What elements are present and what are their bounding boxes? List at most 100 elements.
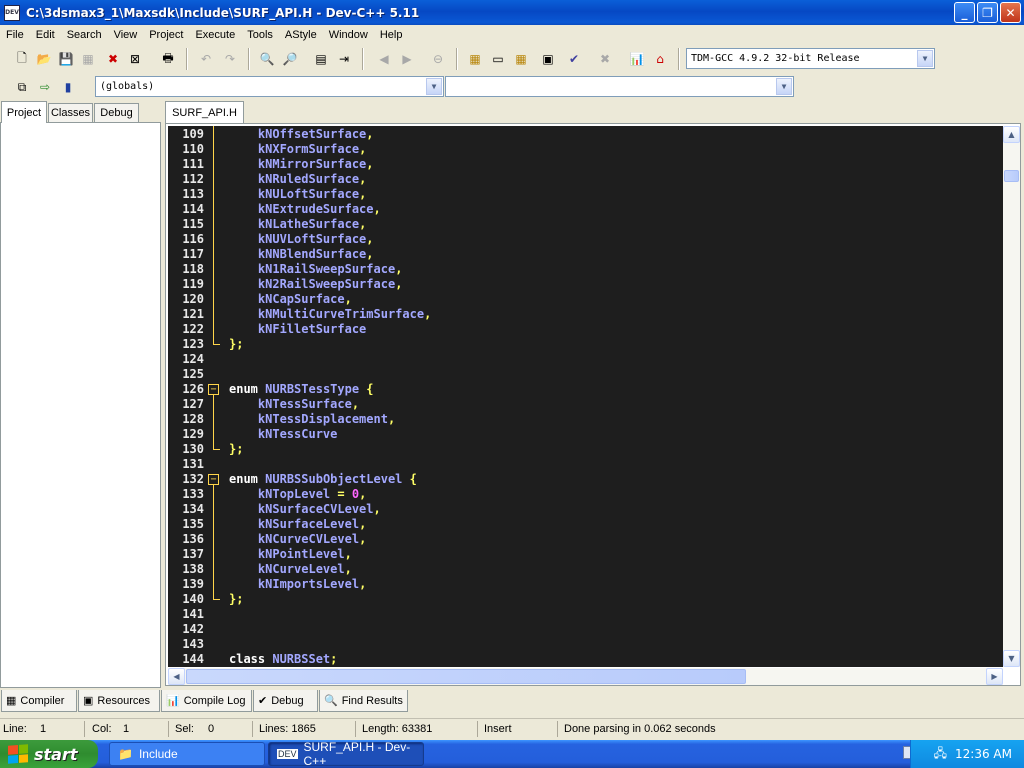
code-line[interactable]: 127 kNTessSurface, (168, 397, 1003, 412)
code-line[interactable]: 123}; (168, 337, 1003, 352)
code-line[interactable]: 115 kNLatheSurface, (168, 217, 1003, 232)
close-all-icon[interactable]: ⊠ (125, 49, 145, 69)
code-line[interactable]: 119 kN2RailSweepSurface, (168, 277, 1003, 292)
chevron-down-icon[interactable]: ▼ (917, 50, 933, 67)
taskbar-item-include[interactable]: 📁 Include (109, 742, 265, 766)
profile-chart-icon[interactable]: 📊 (627, 49, 647, 69)
code-line[interactable]: 118 kN1RailSweepSurface, (168, 262, 1003, 277)
toggle-comment-icon[interactable]: ⊖ (428, 49, 448, 69)
compiler-select[interactable]: TDM-GCC 4.9.2 32-bit Release ▼ (686, 48, 935, 69)
devcpp-app-icon[interactable]: DEV (4, 4, 20, 21)
code-line[interactable]: 128 kNTessDisplacement, (168, 412, 1003, 427)
compile-run-icon[interactable]: ▦ (511, 49, 531, 69)
code-line[interactable]: 111 kNMirrorSurface, (168, 157, 1003, 172)
code-line[interactable]: 142 (168, 622, 1003, 637)
menu-view[interactable]: View (108, 29, 144, 41)
horizontal-scroll-thumb[interactable] (186, 669, 746, 684)
menu-tools[interactable]: Tools (241, 29, 279, 41)
tab-classes[interactable]: Classes (48, 103, 93, 122)
code-editor[interactable]: 109 kNOffsetSurface, 110 kNXFormSurface, 1… (168, 126, 1003, 667)
code-line[interactable]: 113 kNULoftSurface, (168, 187, 1003, 202)
menu-edit[interactable]: Edit (30, 29, 61, 41)
menu-search[interactable]: Search (61, 29, 108, 41)
indent-left-icon[interactable]: ◀ (374, 49, 394, 69)
new-project-icon[interactable]: ⧉ (12, 77, 32, 97)
code-line[interactable]: 139 kNImportsLevel, (168, 577, 1003, 592)
menu-astyle[interactable]: AStyle (279, 29, 323, 41)
restore-button[interactable]: ❐ (977, 2, 998, 23)
replace-icon[interactable]: 🔎 (280, 49, 300, 69)
code-line[interactable]: 140}; (168, 592, 1003, 607)
code-line[interactable]: 125 (168, 367, 1003, 382)
code-line[interactable]: 143 (168, 637, 1003, 652)
save-icon[interactable]: 💾 (56, 49, 76, 69)
taskbar-item-devcpp[interactable]: DEV SURF_API.H - Dev-C++ (268, 740, 424, 768)
editor-tab[interactable]: SURF_API.H (165, 101, 244, 123)
rebuild-icon[interactable]: ▣ (538, 49, 558, 69)
insert-icon[interactable]: ⇥ (334, 49, 354, 69)
project-options-icon[interactable]: ▮ (58, 77, 78, 97)
code-line[interactable]: 135 kNSurfaceLevel, (168, 517, 1003, 532)
print-icon[interactable]: 🖶 (158, 49, 178, 69)
code-line[interactable]: 116 kNUVLoftSurface, (168, 232, 1003, 247)
code-line[interactable]: 137 kNPointLevel, (168, 547, 1003, 562)
globals-select[interactable]: (globals) ▼ (95, 76, 444, 97)
scroll-up-icon[interactable]: ▲ (1003, 126, 1020, 143)
syntax-check-icon[interactable]: ✔ (564, 49, 584, 69)
find-icon[interactable]: 🔍 (257, 49, 277, 69)
clock[interactable]: 12:36 AM (955, 747, 1012, 761)
code-line[interactable]: 133 kNTopLevel = 0, (168, 487, 1003, 502)
save-all-icon[interactable]: ▦ (78, 49, 98, 69)
code-line[interactable]: 132 enum NURBSSubObjectLevel { (168, 472, 1003, 487)
code-line[interactable]: 112 kNRuledSurface, (168, 172, 1003, 187)
code-line[interactable]: 144 class NURBSSet; (168, 652, 1003, 667)
run-icon[interactable]: ▭ (488, 49, 508, 69)
code-line[interactable]: 130}; (168, 442, 1003, 457)
code-line[interactable]: 110 kNXFormSurface, (168, 142, 1003, 157)
start-button[interactable]: start (0, 740, 98, 768)
network-icon[interactable]: 🖧 (934, 744, 947, 765)
menu-file[interactable]: File (0, 29, 30, 41)
scroll-left-icon[interactable]: ◀ (168, 668, 185, 685)
scroll-down-icon[interactable]: ▼ (1003, 650, 1020, 667)
compile-icon[interactable]: ▦ (465, 49, 485, 69)
delete-profile-icon[interactable]: ⌂ (650, 49, 670, 69)
close-button[interactable]: ✕ (1000, 2, 1021, 23)
minimize-button[interactable]: _ (954, 2, 975, 23)
tab-compile-log[interactable]: 📊 Compile Log (161, 690, 252, 712)
code-line[interactable]: 138 kNCurveLevel, (168, 562, 1003, 577)
code-line[interactable]: 141 (168, 607, 1003, 622)
menu-execute[interactable]: Execute (189, 29, 241, 41)
code-line[interactable]: 120 kNCapSurface, (168, 292, 1003, 307)
tab-project[interactable]: Project (1, 101, 47, 123)
tab-debug-output[interactable]: ✔ Debug (253, 690, 318, 712)
tab-find-results[interactable]: 🔍 Find Results (319, 690, 408, 712)
vertical-scroll-thumb[interactable] (1004, 170, 1019, 182)
code-line[interactable]: 129 kNTessCurve (168, 427, 1003, 442)
code-line[interactable]: 134 kNSurfaceCVLevel, (168, 502, 1003, 517)
tab-resources[interactable]: ▣ Resources (78, 690, 160, 712)
code-line[interactable]: 117 kNNBlendSurface, (168, 247, 1003, 262)
indent-right-icon[interactable]: ▶ (397, 49, 417, 69)
tab-debug[interactable]: Debug (94, 103, 139, 122)
project-tree[interactable] (0, 122, 161, 688)
code-line[interactable]: 114 kNExtrudeSurface, (168, 202, 1003, 217)
add-to-project-icon[interactable]: ⇨ (35, 77, 55, 97)
tab-compiler[interactable]: ▦ Compiler (1, 690, 77, 712)
fold-toggle-icon[interactable]: − (208, 384, 219, 395)
redo-icon[interactable]: ↷ (220, 49, 240, 69)
horizontal-scrollbar[interactable]: ◀ ▶ (168, 668, 1003, 685)
stop-icon[interactable]: ✖ (595, 49, 615, 69)
open-file-icon[interactable]: 📂 (34, 49, 54, 69)
code-line[interactable]: 124 (168, 352, 1003, 367)
chevron-down-icon[interactable]: ▼ (776, 78, 792, 95)
function-select[interactable]: ▼ (445, 76, 794, 97)
fold-toggle-icon[interactable]: − (208, 474, 219, 485)
close-file-icon[interactable]: ✖ (103, 49, 123, 69)
vertical-scrollbar[interactable]: ▲ ▼ (1003, 126, 1020, 667)
code-line[interactable]: 109 kNOffsetSurface, (168, 127, 1003, 142)
menu-window[interactable]: Window (323, 29, 374, 41)
menu-help[interactable]: Help (374, 29, 409, 41)
code-line[interactable]: 122 kNFilletSurface (168, 322, 1003, 337)
scroll-right-icon[interactable]: ▶ (986, 668, 1003, 685)
